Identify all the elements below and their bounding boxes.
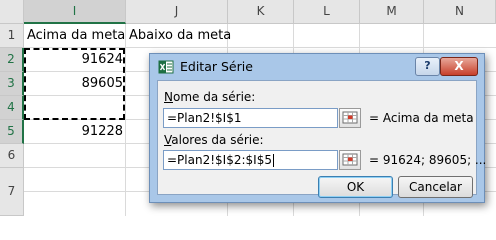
gridline — [125, 24, 126, 216]
column-header-l[interactable]: L — [294, 0, 360, 24]
series-name-preview: = Acima da meta — [369, 111, 474, 125]
series-values-input-text: =Plan2!$I$2:$I$5 — [167, 153, 272, 167]
series-name-input[interactable]: =Plan2!$I$1 — [163, 108, 338, 128]
column-header-n[interactable]: N — [424, 0, 496, 24]
series-name-label-text: ome da série: — [172, 90, 256, 104]
series-name-range-picker-button[interactable] — [339, 108, 361, 128]
collapse-dialog-icon — [342, 153, 358, 166]
series-values-label: Valores da série: — [164, 133, 264, 147]
column-header-i[interactable]: I — [24, 0, 126, 24]
row-header-1[interactable]: 1 — [0, 24, 24, 48]
edit-series-dialog: Editar Série ? X Nome da série: =Plan2!$… — [149, 53, 486, 203]
cell-i5[interactable]: 91228 — [24, 120, 123, 143]
cell-i1[interactable]: Acima da meta — [27, 24, 125, 47]
series-values-range-picker-button[interactable] — [339, 150, 361, 170]
row-header-6[interactable]: 6 — [0, 144, 24, 168]
row-header-7[interactable]: 7 — [0, 168, 24, 216]
help-button[interactable]: ? — [415, 57, 440, 76]
dialog-title: Editar Série — [180, 59, 253, 74]
series-name-label-accesskey: N — [164, 90, 173, 104]
series-values-input[interactable]: =Plan2!$I$2:$I$5 — [163, 150, 338, 170]
row-header-2[interactable]: 2 — [0, 48, 24, 72]
series-values-label-text: alores da série: — [171, 133, 264, 147]
column-header-j[interactable]: J — [126, 0, 228, 24]
text-caret — [272, 154, 274, 167]
series-name-label: Nome da série: — [164, 90, 255, 104]
row-header-3[interactable]: 3 — [0, 72, 24, 96]
column-header-k[interactable]: K — [228, 0, 294, 24]
cancel-button[interactable]: Cancelar — [398, 176, 473, 198]
row-header-5[interactable]: 5 — [0, 120, 24, 144]
ok-button[interactable]: OK — [318, 176, 393, 198]
dialog-body: Nome da série: =Plan2!$I$1 = Acima da me… — [157, 80, 486, 198]
copy-range-marquee — [24, 48, 125, 120]
dialog-titlebar[interactable]: Editar Série ? X — [150, 54, 484, 80]
select-all-corner[interactable] — [0, 0, 24, 24]
column-header-m[interactable]: M — [360, 0, 424, 24]
series-values-preview: = 91624; 89605; ... — [369, 153, 487, 167]
collapse-dialog-icon — [342, 111, 358, 124]
excel-app-icon — [158, 60, 174, 74]
close-button[interactable]: X — [440, 57, 478, 76]
row-header-4[interactable]: 4 — [0, 96, 24, 120]
cell-j1[interactable]: Abaixo da meta — [129, 24, 231, 47]
